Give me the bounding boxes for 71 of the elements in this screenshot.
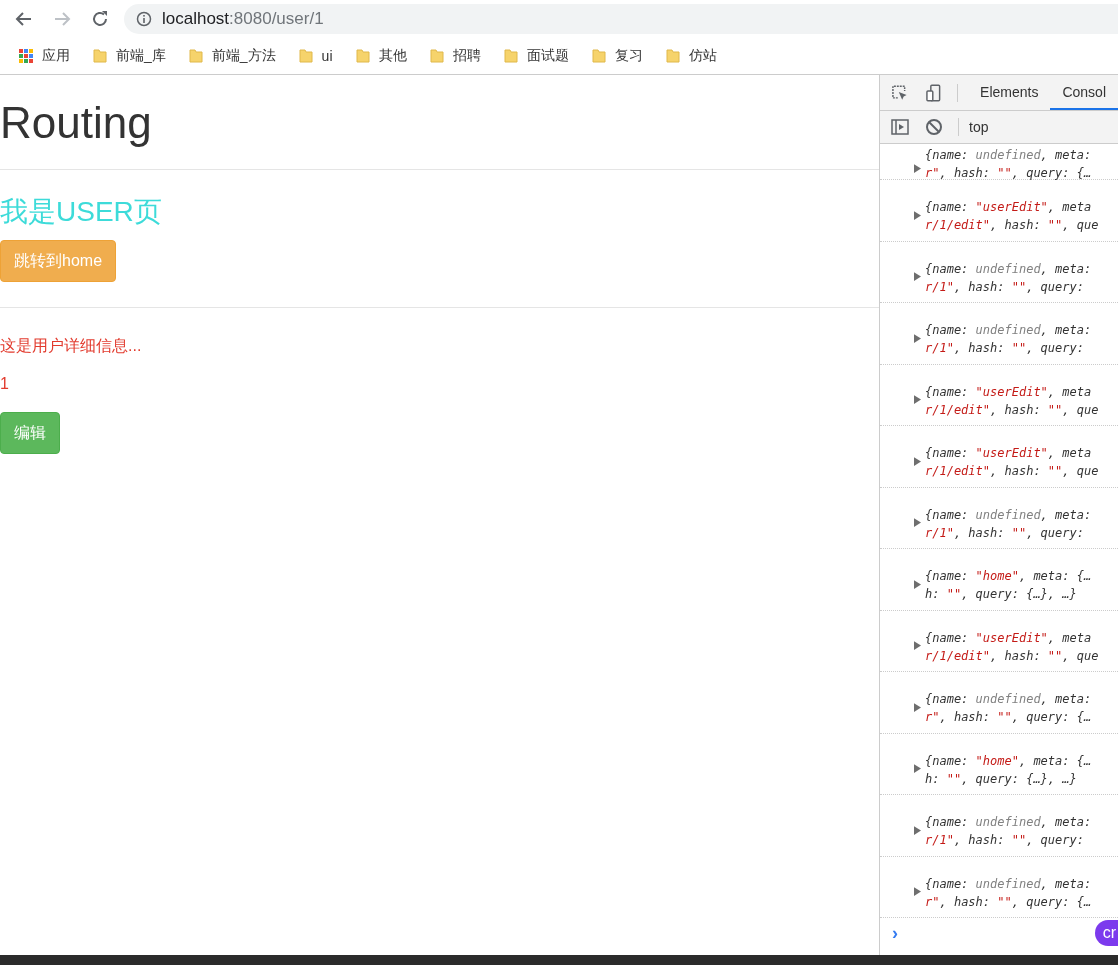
log-line: {name: "home", meta: {… [925,568,1092,586]
log-line: r/1/edit", hash: "", que [925,647,1099,665]
bookmark[interactable]: ui [297,47,333,64]
log-line: r", hash: "", query: {… [925,893,1092,911]
log-line: {name: "home", meta: {… [925,752,1092,770]
bookmark[interactable]: 其他 [354,46,407,65]
log-line: {name: "userEdit", meta [925,383,1093,401]
page-title: Routing [0,101,153,145]
log-line: h: "", query: {…}, …} [925,770,1078,788]
devtools-tab[interactable]: Elements [968,75,1051,110]
folder-icon [187,47,204,64]
log-line: r", hash: "", query: {… [925,164,1092,182]
expand-triangle-icon[interactable] [914,825,921,835]
folder-icon [92,47,108,64]
log-line: {name: undefined, meta: [925,506,1092,524]
log-line: r/1/edit", hash: "", que [925,401,1099,419]
log-line: r/1", hash: "", query: [925,278,1085,296]
apps-grid-icon [18,47,34,64]
expand-triangle-icon[interactable] [914,702,921,712]
log-line: r/1", hash: "", query: [925,340,1085,358]
log-line: {name: "userEdit", meta [925,445,1093,463]
expand-triangle-icon[interactable] [914,641,921,651]
expand-triangle-icon[interactable] [914,518,921,528]
log-line: {name: "userEdit", meta [925,199,1093,217]
folder-icon [502,47,519,64]
log-line: r/1", hash: "", query: [925,524,1085,542]
log-line: r", hash: "", query: {… [925,709,1092,727]
expand-triangle-icon[interactable] [914,164,921,173]
folder-icon [354,47,371,64]
expand-triangle-icon[interactable] [914,395,921,405]
folder-icon [590,47,607,64]
log-line: {name: undefined, meta: [925,146,1092,164]
log-line: {name: undefined, meta: [925,875,1092,893]
bookmark[interactable]: 仿站 [664,46,717,65]
log-line: h: "", query: {…}, …} [925,586,1078,604]
expand-triangle-icon[interactable] [914,456,921,466]
context-selector[interactable]: top [969,119,989,135]
bookmark[interactable]: 复习 [590,46,643,65]
console-prompt[interactable]: › [892,922,898,944]
log-line: r/1", hash: "", query: [925,832,1085,850]
log-line: r/1/edit", hash: "", que [925,463,1099,481]
extension-badge[interactable]: cr [1094,920,1118,946]
info-icon[interactable] [136,10,152,27]
expand-triangle-icon[interactable] [914,579,921,589]
folder-icon [664,47,681,64]
log-line: {name: undefined, meta: [925,322,1092,340]
log-line: r/1/edit", hash: "", que [925,217,1099,235]
log-line: {name: undefined, meta: [925,691,1092,709]
log-line: {name: "userEdit", meta [925,629,1093,647]
expand-triangle-icon[interactable] [914,272,921,282]
user-heading: 我是USER页 [0,195,163,229]
bookmark[interactable]: 前端_方法 [187,46,276,65]
bookmark[interactable]: 应用 [18,46,70,65]
log-line: {name: undefined, meta: [925,814,1092,832]
clear-console-icon[interactable] [924,117,944,137]
user-detail-text: 这是用户详细信息... [0,336,143,356]
bookmark[interactable]: 面试题 [502,46,569,65]
bookmark[interactable]: 招聘 [428,46,481,65]
expand-triangle-icon[interactable] [914,210,921,220]
folder-icon [297,47,314,64]
expand-triangle-icon[interactable] [914,333,921,343]
bookmark[interactable]: 前端_库 [92,46,166,65]
expand-triangle-icon[interactable] [914,887,921,897]
log-line: {name: undefined, meta: [925,260,1092,278]
address-bar[interactable]: localhost:8080/user/1 [124,3,1118,34]
user-id: 1 [0,374,10,394]
expand-triangle-icon[interactable] [914,764,921,774]
folder-icon [428,47,445,64]
sidebar-toggle-icon[interactable] [890,117,910,137]
reload-icon[interactable] [90,8,110,29]
url-text: localhost:8080/user/1 [162,8,324,29]
